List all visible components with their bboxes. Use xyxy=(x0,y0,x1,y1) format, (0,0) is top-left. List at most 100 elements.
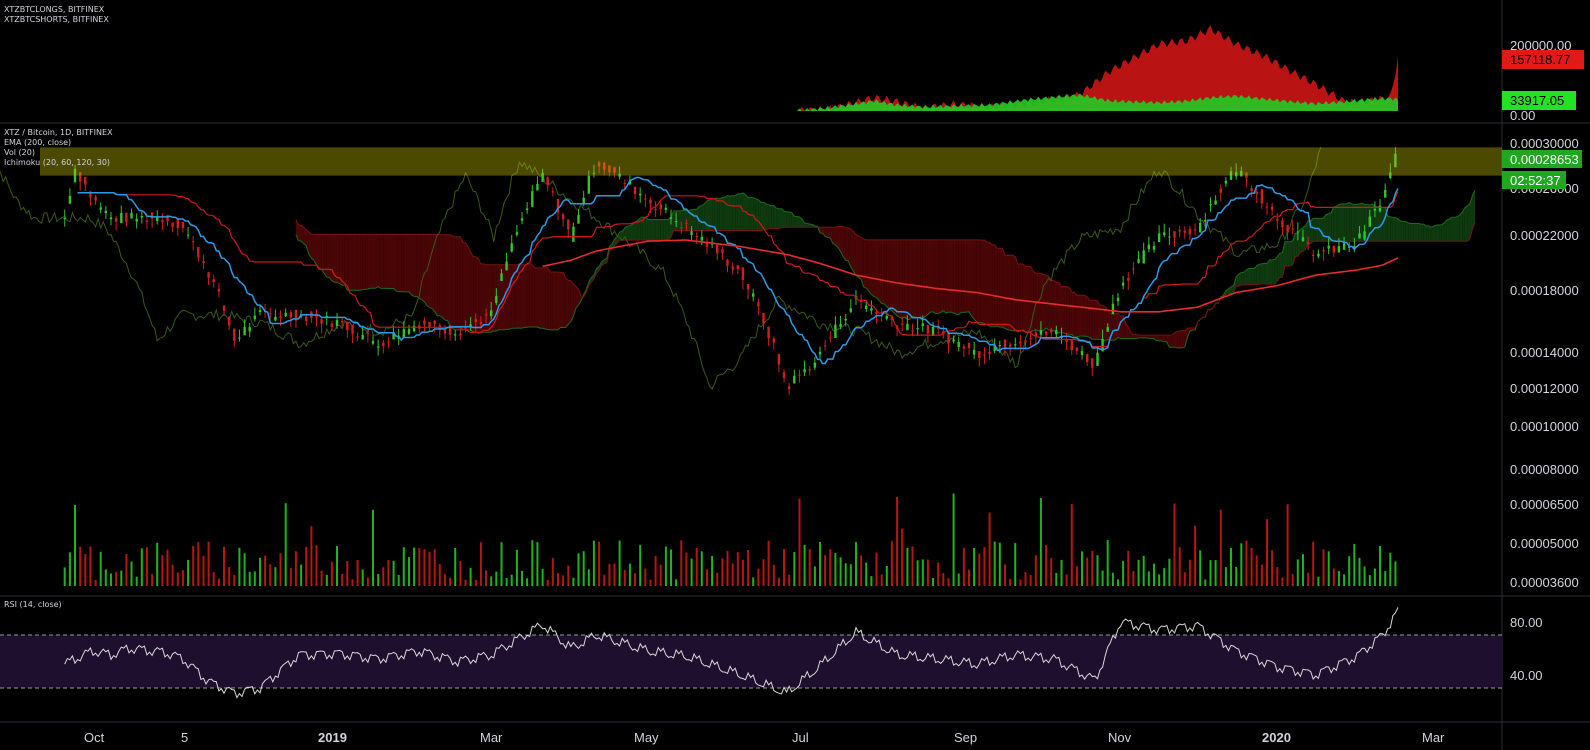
cloud-segment xyxy=(570,280,574,322)
price-tick-6: 0.00012000 xyxy=(1510,381,1579,396)
volume-bar xyxy=(402,547,405,586)
candle-body xyxy=(125,212,128,223)
volume-bar xyxy=(1363,566,1366,586)
cloud-segment xyxy=(565,278,569,328)
volume-bar xyxy=(449,577,452,586)
volume-bar xyxy=(906,547,909,586)
short-price-label: 157118.77 xyxy=(1510,52,1571,67)
candle-body xyxy=(443,329,447,334)
cloud-segment xyxy=(1112,313,1116,341)
volume-bar xyxy=(716,572,719,586)
candle-body xyxy=(1209,204,1212,206)
volume-bar xyxy=(1045,545,1048,586)
cloud-segment xyxy=(989,242,993,327)
legend-volume: Vol (20) xyxy=(4,148,35,157)
time-label-nov: Nov xyxy=(1108,730,1132,745)
volume-bar xyxy=(798,498,801,586)
candle-body xyxy=(741,267,745,280)
volume-bar xyxy=(181,570,184,586)
cloud-segment xyxy=(999,248,1003,328)
cloud-segment xyxy=(984,240,987,325)
volume-bar xyxy=(1219,509,1222,586)
last-price-label: 0.00028653 xyxy=(1510,152,1579,167)
candle-body xyxy=(531,191,534,207)
resistance-zone[interactable] xyxy=(40,147,1502,176)
candle-body xyxy=(726,259,729,266)
cloud-segment xyxy=(1390,216,1393,242)
time-label-may: May xyxy=(634,730,659,745)
volume-bar xyxy=(726,551,729,586)
volume-bar xyxy=(937,562,940,586)
cloud-segment xyxy=(1439,224,1442,242)
candle-body xyxy=(1132,268,1135,270)
legend-ichimoku: Ichimoku (20, 60, 120, 30) xyxy=(4,158,110,167)
candle-body xyxy=(1286,224,1289,233)
cloud-segment xyxy=(1403,221,1406,242)
candle-body xyxy=(479,322,483,325)
volume-bar xyxy=(490,576,493,586)
cloud-segment xyxy=(1459,212,1463,242)
candle-body xyxy=(536,184,539,191)
cloud-segment xyxy=(457,236,461,330)
cloud-segment xyxy=(979,239,982,323)
cloud-segment xyxy=(321,234,325,274)
volume-bar xyxy=(79,546,82,586)
volume-bar xyxy=(135,576,138,586)
cloud-segment xyxy=(1241,272,1244,285)
candle-body xyxy=(402,329,405,338)
cloud-segment xyxy=(724,195,728,231)
candle-body xyxy=(284,312,287,317)
time-label-mar-2020: Mar xyxy=(1422,730,1445,745)
cloud-segment xyxy=(509,264,512,330)
cloud-segment xyxy=(645,217,648,241)
candle-body xyxy=(639,193,642,196)
cloud-segment xyxy=(349,234,353,291)
cloud-segment xyxy=(843,226,846,261)
volume-bar xyxy=(562,575,565,586)
cloud-segment xyxy=(920,239,923,319)
cloud-segment xyxy=(1333,206,1337,242)
volume-bar xyxy=(418,548,421,586)
candle-body xyxy=(289,312,292,318)
candle-body xyxy=(1091,358,1094,368)
cloud-segment xyxy=(534,267,538,328)
candle-body xyxy=(1322,250,1325,252)
candle-body xyxy=(885,315,888,319)
cloud-segment xyxy=(997,248,1000,328)
candle-body xyxy=(253,315,256,320)
cloud-segment xyxy=(986,242,990,327)
cloud-segment xyxy=(858,236,862,280)
candle-body xyxy=(623,183,626,185)
candle-body xyxy=(834,324,837,338)
volume-bar xyxy=(926,559,929,586)
candle-body xyxy=(525,208,529,210)
candle-body xyxy=(685,223,688,225)
cloud-segment xyxy=(380,234,384,289)
cloud-segment xyxy=(855,234,859,278)
cloud-segment xyxy=(1010,255,1013,331)
trading-chart[interactable]: XTZBTCLONGS, BITFINEX XTZBTCSHORTS, BITF… xyxy=(0,0,1590,750)
volume-bar xyxy=(1096,555,1099,586)
volume-bar xyxy=(521,571,523,586)
volume-bar xyxy=(1327,551,1330,586)
volume-bar xyxy=(1389,552,1392,586)
cloud-segment xyxy=(1400,221,1404,242)
volume-bar xyxy=(1337,570,1340,586)
cloud-segment xyxy=(796,216,800,228)
candle-body xyxy=(1008,344,1012,347)
volume-bar xyxy=(161,555,164,586)
cloud-segment xyxy=(891,239,895,314)
candle-body xyxy=(1301,237,1305,242)
cloud-segment xyxy=(1259,263,1262,285)
cloud-segment xyxy=(1395,217,1399,242)
cloud-segment xyxy=(437,234,440,316)
cloud-segment xyxy=(902,239,905,319)
volume-bar xyxy=(536,542,539,586)
cloud-segment xyxy=(889,239,892,311)
candle-body xyxy=(1065,340,1068,342)
volume-bar xyxy=(207,541,210,586)
cloud-segment xyxy=(355,234,358,291)
candle-body xyxy=(1250,188,1253,191)
candle-body xyxy=(772,338,775,343)
candle-body xyxy=(233,328,236,341)
